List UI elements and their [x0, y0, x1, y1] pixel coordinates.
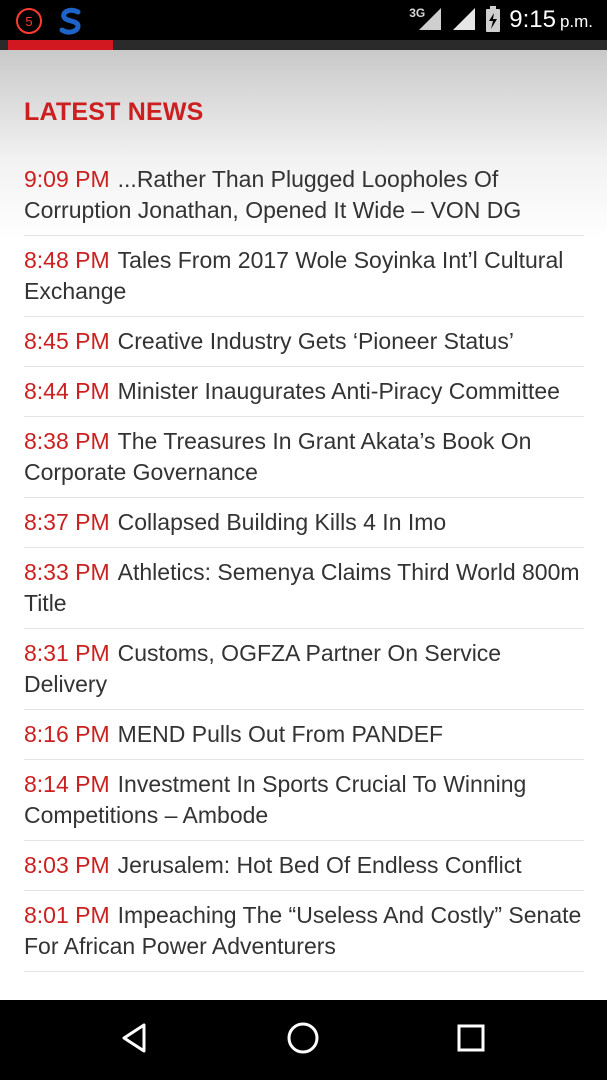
home-button[interactable] — [283, 1020, 323, 1060]
news-time: 8:31 PM — [24, 640, 110, 666]
back-button[interactable] — [115, 1020, 155, 1060]
news-time: 8:48 PM — [24, 247, 110, 273]
news-item[interactable]: 8:14 PM Investment In Sports Crucial To W… — [24, 760, 584, 841]
news-item[interactable]: 8:48 PM Tales From 2017 Wole Soyinka Int’… — [24, 236, 584, 317]
news-item[interactable]: 8:37 PM Collapsed Building Kills 4 In Imo — [24, 498, 584, 548]
active-tab-indicator — [8, 40, 113, 50]
network-type-label: 3G — [409, 6, 426, 20]
tab-strip — [0, 40, 607, 50]
section-title: LATEST NEWS — [24, 98, 204, 126]
news-time: 8:01 PM — [24, 902, 110, 928]
news-item[interactable]: 9:09 PM ...Rather Than Plugged Loopholes … — [24, 160, 584, 236]
app-badge-count: 5 — [25, 14, 32, 29]
news-headline: Minister Inaugurates Anti-Piracy Committ… — [117, 378, 560, 404]
news-time: 8:03 PM — [24, 852, 110, 878]
news-headline: Jerusalem: Hot Bed Of Endless Conflict — [117, 852, 522, 878]
status-left-icons: 5 — [14, 6, 86, 41]
news-headline: Collapsed Building Kills 4 In Imo — [117, 509, 447, 535]
news-headline: Creative Industry Gets ‘Pioneer Status’ — [117, 328, 514, 354]
news-item[interactable]: 8:45 PM Creative Industry Gets ‘Pioneer S… — [24, 317, 584, 367]
news-item[interactable]: 8:16 PM MEND Pulls Out From PANDEF — [24, 710, 584, 760]
news-item[interactable]: 8:31 PM Customs, OGFZA Partner On Service… — [24, 629, 584, 710]
news-item[interactable]: 8:33 PM Athletics: Semenya Claims Third W… — [24, 548, 584, 629]
news-time: 8:38 PM — [24, 428, 110, 454]
recents-button[interactable] — [451, 1020, 491, 1060]
s-logo-icon — [56, 6, 86, 41]
news-list: 9:09 PM ...Rather Than Plugged Loopholes … — [24, 160, 584, 972]
recents-icon — [455, 1022, 487, 1059]
battery-charging-icon — [485, 5, 501, 38]
back-icon — [118, 1021, 152, 1060]
news-time: 8:14 PM — [24, 771, 110, 797]
main-content[interactable]: LATEST NEWS 9:09 PM ...Rather Than Plugge… — [0, 50, 607, 1000]
news-headline: MEND Pulls Out From PANDEF — [117, 721, 444, 747]
notification-badge-icon: 5 — [14, 6, 44, 41]
news-item[interactable]: 8:01 PM Impeaching The “Useless And Costl… — [24, 891, 584, 972]
clock-time: 9:15 — [509, 6, 556, 33]
home-icon — [285, 1020, 321, 1061]
news-time: 8:37 PM — [24, 509, 110, 535]
navigation-bar — [0, 1000, 607, 1080]
news-time: 9:09 PM — [24, 166, 110, 192]
news-item[interactable]: 8:03 PM Jerusalem: Hot Bed Of Endless Con… — [24, 841, 584, 891]
news-time: 8:45 PM — [24, 328, 110, 354]
signal-icon — [451, 6, 477, 37]
clock-suffix: p.m. — [559, 12, 593, 31]
news-item[interactable]: 8:44 PM Minister Inaugurates Anti-Piracy … — [24, 367, 584, 417]
status-clock: 9:15 p.m. — [509, 4, 593, 38]
news-time: 8:16 PM — [24, 721, 110, 747]
news-time: 8:44 PM — [24, 378, 110, 404]
news-item[interactable]: 8:38 PM The Treasures In Grant Akata’s Bo… — [24, 417, 584, 498]
status-right-icons: 3G 9:15 p.m. — [409, 4, 593, 38]
news-time: 8:33 PM — [24, 559, 110, 585]
status-bar: 5 3G 9:15 p.m. — [0, 0, 607, 40]
